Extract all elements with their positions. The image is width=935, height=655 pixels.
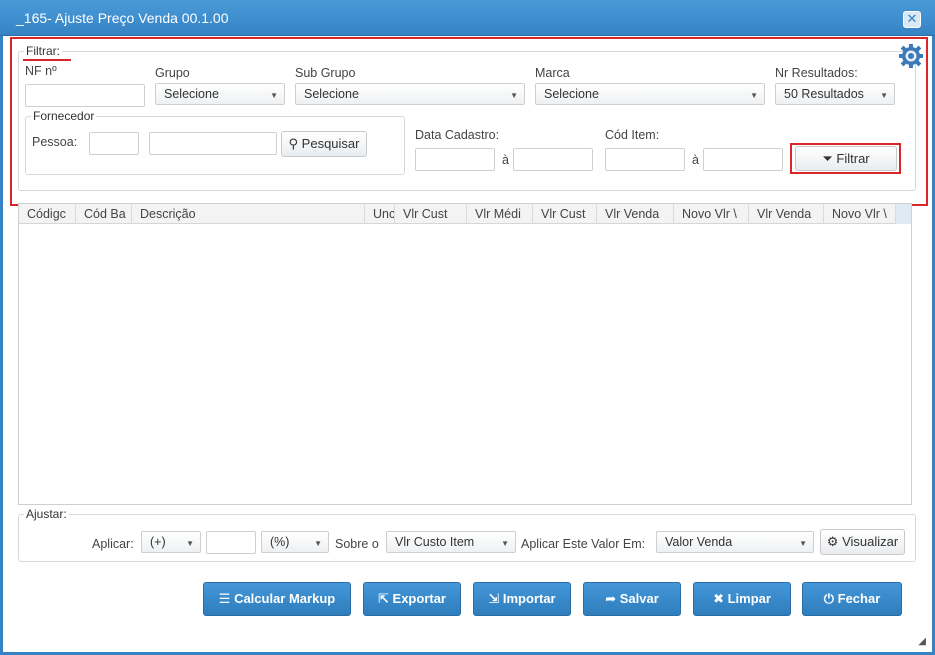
filter-icon: ⏷ bbox=[822, 151, 833, 166]
pessoa-name-input[interactable] bbox=[149, 132, 277, 155]
filtrar-label: Filtrar bbox=[836, 151, 870, 166]
limpar-button[interactable]: ✖ Limpar bbox=[693, 582, 791, 616]
chevron-down-icon: ▼ bbox=[186, 539, 194, 548]
aplicar-label: Aplicar: bbox=[92, 537, 134, 551]
sign-select-value: (+) bbox=[150, 535, 166, 549]
title-bar: _165- Ajuste Preço Venda 00.1.00 ✕ bbox=[0, 0, 935, 36]
power-icon: ⏻ bbox=[823, 591, 835, 606]
col-vlr-medio[interactable]: Vlr Médi bbox=[467, 204, 533, 224]
search-icon: ⚲ bbox=[288, 136, 299, 151]
col-vlr-venda-2[interactable]: Vlr Venda bbox=[749, 204, 824, 224]
save-arrow-icon: ➦ bbox=[605, 591, 617, 606]
resize-handle-icon[interactable]: ◢ bbox=[918, 636, 926, 647]
chevron-down-icon: ▼ bbox=[880, 91, 888, 100]
data-cadastro-from[interactable] bbox=[415, 148, 495, 171]
chevron-down-icon: ▼ bbox=[314, 539, 322, 548]
cod-item-from[interactable] bbox=[605, 148, 685, 171]
subgrupo-label: Sub Grupo bbox=[295, 66, 356, 80]
pesquisar-label: Pesquisar bbox=[301, 136, 360, 151]
import-icon: ⇲ bbox=[488, 591, 500, 606]
col-unidade[interactable]: Unc bbox=[365, 204, 395, 224]
exportar-button[interactable]: ⇱ Exportar bbox=[363, 582, 461, 616]
nf-input[interactable] bbox=[25, 84, 145, 107]
sobre-label: Sobre o bbox=[335, 537, 379, 551]
pessoa-code-input[interactable] bbox=[89, 132, 139, 155]
gear-icon[interactable] bbox=[899, 44, 923, 68]
visualizar-label: Visualizar bbox=[842, 534, 899, 549]
marca-select[interactable]: Selecione ▼ bbox=[535, 83, 765, 105]
data-cadastro-to[interactable] bbox=[513, 148, 593, 171]
aplicar-em-select-value: Valor Venda bbox=[665, 535, 733, 549]
ajuste-valor-input[interactable] bbox=[206, 531, 256, 554]
pct-select[interactable]: (%) ▼ bbox=[261, 531, 329, 553]
cod-item-range-separator: à bbox=[692, 153, 699, 167]
fechar-button[interactable]: ⏻ Fechar bbox=[802, 582, 902, 616]
clear-icon: ✖ bbox=[713, 591, 724, 606]
subgrupo-select-value: Selecione bbox=[304, 87, 359, 101]
data-cadastro-label: Data Cadastro: bbox=[415, 128, 500, 142]
limpar-label: Limpar bbox=[727, 591, 771, 606]
sign-select[interactable]: (+) ▼ bbox=[141, 531, 201, 553]
subgrupo-select[interactable]: Selecione ▼ bbox=[295, 83, 525, 105]
salvar-button[interactable]: ➦ Salvar bbox=[583, 582, 681, 616]
sobre-select-value: Vlr Custo Item bbox=[395, 535, 475, 549]
col-vlr-custo[interactable]: Vlr Cust bbox=[395, 204, 467, 224]
grid-header: Códigc Cód Ba Descrição Unc Vlr Cust Vlr… bbox=[19, 204, 911, 224]
filtrar-button[interactable]: ⏷ Filtrar bbox=[795, 146, 897, 171]
aplicar-em-select[interactable]: Valor Venda ▼ bbox=[656, 531, 814, 553]
nr-resultados-label: Nr Resultados: bbox=[775, 66, 858, 80]
importar-label: Importar bbox=[502, 591, 556, 606]
filter-legend-underline bbox=[23, 59, 71, 61]
list-icon: ☰ bbox=[218, 591, 231, 606]
chevron-down-icon: ▼ bbox=[270, 91, 278, 100]
filter-legend: Filtrar: bbox=[24, 44, 62, 58]
col-descricao[interactable]: Descrição bbox=[132, 204, 365, 224]
export-icon: ⇱ bbox=[378, 591, 389, 606]
dialog-body: Filtrar: NF nº Grupo Selecione ▼ Sub Gru… bbox=[0, 36, 935, 655]
col-vlr-custo-2[interactable]: Vlr Cust bbox=[533, 204, 597, 224]
importar-button[interactable]: ⇲ Importar bbox=[473, 582, 571, 616]
cod-item-label: Cód Item: bbox=[605, 128, 660, 142]
fechar-label: Fechar bbox=[837, 591, 881, 606]
aplicar-em-label: Aplicar Este Valor Em: bbox=[521, 537, 646, 551]
close-icon[interactable]: ✕ bbox=[903, 11, 921, 28]
nf-label: NF nº bbox=[25, 64, 57, 78]
sobre-select[interactable]: Vlr Custo Item ▼ bbox=[386, 531, 516, 553]
exportar-label: Exportar bbox=[392, 591, 446, 606]
pesquisar-button[interactable]: ⚲ Pesquisar bbox=[281, 131, 367, 157]
pct-select-value: (%) bbox=[270, 535, 290, 549]
grupo-select[interactable]: Selecione ▼ bbox=[155, 83, 285, 105]
marca-label: Marca bbox=[535, 66, 570, 80]
fornecedor-legend: Fornecedor bbox=[31, 109, 97, 123]
col-novo-vlr[interactable]: Novo Vlr \ bbox=[674, 204, 749, 224]
nr-resultados-select[interactable]: 50 Resultados ▼ bbox=[775, 83, 895, 105]
data-range-separator: à bbox=[502, 153, 509, 167]
grupo-label: Grupo bbox=[155, 66, 190, 80]
col-vlr-venda[interactable]: Vlr Venda bbox=[597, 204, 674, 224]
gear-small-icon: ⚙ bbox=[826, 534, 839, 549]
ajustar-legend: Ajustar: bbox=[24, 507, 69, 521]
chevron-down-icon: ▼ bbox=[750, 91, 758, 100]
col-novo-vlr-2[interactable]: Novo Vlr \ bbox=[824, 204, 896, 224]
chevron-down-icon: ▼ bbox=[799, 539, 807, 548]
chevron-down-icon: ▼ bbox=[510, 91, 518, 100]
col-cod-barras[interactable]: Cód Ba bbox=[76, 204, 132, 224]
chevron-down-icon: ▼ bbox=[501, 539, 509, 548]
salvar-label: Salvar bbox=[619, 591, 659, 606]
pessoa-label: Pessoa: bbox=[32, 135, 78, 149]
calcular-markup-label: Calcular Markup bbox=[234, 591, 336, 606]
nr-resultados-value: 50 Resultados bbox=[784, 87, 864, 101]
calcular-markup-button[interactable]: ☰ Calcular Markup bbox=[203, 582, 351, 616]
results-grid[interactable]: Códigc Cód Ba Descrição Unc Vlr Cust Vlr… bbox=[18, 203, 912, 505]
grid-scrollbar-corner bbox=[896, 204, 911, 224]
cod-item-to[interactable] bbox=[703, 148, 783, 171]
grupo-select-value: Selecione bbox=[164, 87, 219, 101]
window-title: _165- Ajuste Preço Venda 00.1.00 bbox=[16, 10, 229, 26]
visualizar-button[interactable]: ⚙ Visualizar bbox=[820, 529, 905, 555]
marca-select-value: Selecione bbox=[544, 87, 599, 101]
col-codigo[interactable]: Códigc bbox=[19, 204, 76, 224]
